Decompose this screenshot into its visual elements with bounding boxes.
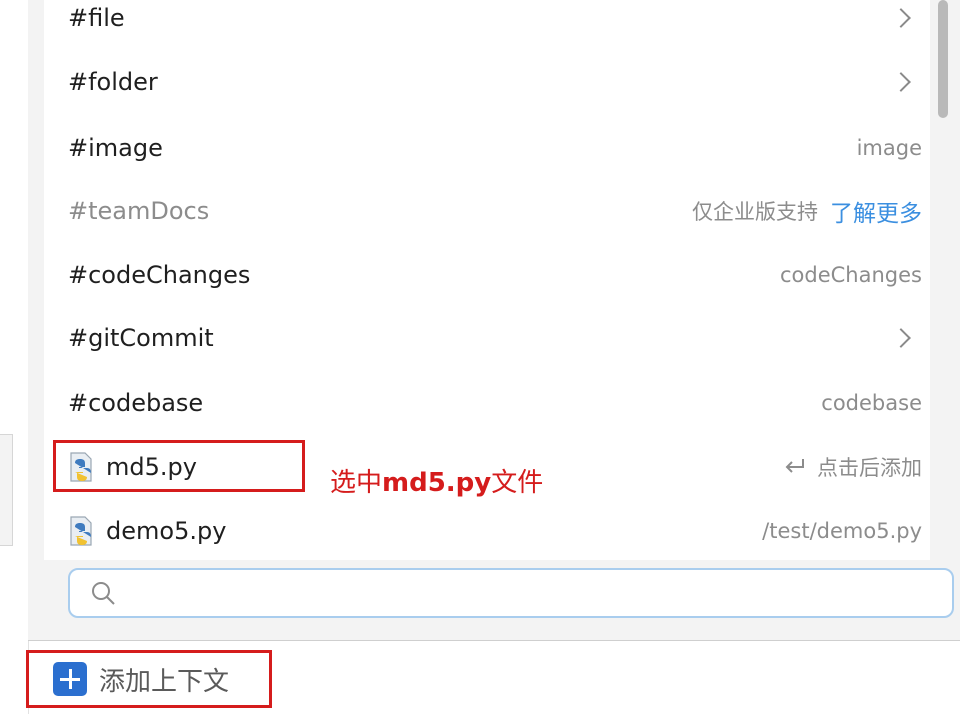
annotation-filename: md5.py [382,468,492,498]
menu-item-folder[interactable]: #folder [44,50,930,114]
add-context-button[interactable]: 添加上下文 [26,650,272,708]
menu-item-label: #teamDocs [68,197,210,225]
menu-item-file[interactable]: #file [44,0,930,50]
menu-item-image[interactable]: #image image [44,116,930,180]
menu-item-hint: image [856,136,922,160]
enter-icon [785,459,804,473]
menu-item-label: #gitCommit [68,324,214,352]
editor-gutter [0,0,29,714]
add-context-label: 添加上下文 [99,666,230,697]
menu-item-label: #codebase [68,389,204,417]
menu-item-label: #image [68,134,163,162]
annotation-text: 选中md5.py文件 [330,462,543,499]
menu-item-label: #file [68,4,125,32]
file-item-demo5[interactable]: demo5.py /test/demo5.py [44,499,930,560]
search-icon [92,582,115,605]
menu-item-label: #codeChanges [68,261,251,289]
menu-item-hint: codeChanges [780,263,922,287]
chevron-right-icon [891,8,911,28]
chevron-right-icon [891,328,911,348]
menu-item-teamdocs: #teamDocs 仅企业版支持 了解更多 [44,179,930,243]
search-box[interactable] [68,568,954,618]
plus-icon [53,662,87,696]
side-panel-tab[interactable] [0,434,13,546]
context-popup: #file #folder #image image #teamDocs 仅企业… [28,0,960,641]
menu-item-label: #folder [68,68,158,96]
scrollbar[interactable] [936,0,950,120]
click-to-add-hint: 点击后添加 [817,456,922,480]
menu-item-hint: codebase [821,391,922,415]
highlight-box [53,440,305,492]
menu-item-codebase[interactable]: #codebase codebase [44,371,930,435]
annotation-prefix: 选中 [330,468,383,498]
learn-more-link[interactable]: 了解更多 [830,194,922,228]
annotation-suffix: 文件 [491,468,544,498]
scrollbar-thumb[interactable] [938,0,948,118]
menu-item-gitcommit[interactable]: #gitCommit [44,306,930,370]
enterprise-only-note: 仅企业版支持 [692,200,818,224]
chevron-right-icon [891,72,911,92]
python-file-icon [70,516,92,546]
menu-item-codechanges[interactable]: #codeChanges codeChanges [44,243,930,307]
search-input[interactable] [128,580,912,606]
file-name: demo5.py [106,517,227,545]
file-path: /test/demo5.py [762,519,922,543]
